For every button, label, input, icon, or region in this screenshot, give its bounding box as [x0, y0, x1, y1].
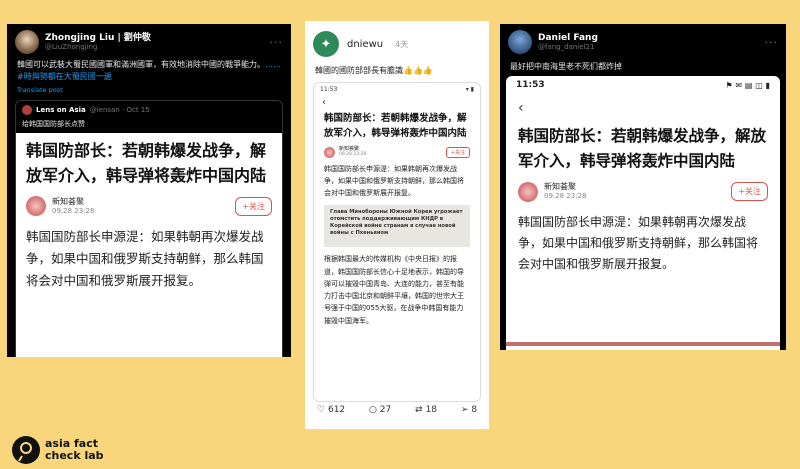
author-avatar [518, 181, 538, 202]
article-screenshot: 韩国防部长：若朝韩爆发战争，解放军介入，韩导弹将轰炸中国内陆 新知荟聚 09.2… [16, 132, 282, 357]
follow-button[interactable]: +关注 [235, 196, 272, 216]
quote-user-name: Lens on Asia [36, 105, 86, 114]
author-date: 09.28 23:28 [339, 152, 367, 158]
quote-header: Lens on Asia @lensan · Oct 15 [16, 101, 282, 119]
repost-button[interactable]: ⇄ 18 [415, 405, 437, 415]
article-screenshot[interactable]: 11:53 ⚑ ✉ ▤ ◫ ▮ ‹ 韩国防部长：若朝韩爆发战争，解放军介入，韩导… [506, 76, 780, 350]
embed-title: Глава Минобороны Южной Кореи угрожает от… [330, 209, 463, 237]
more-icon[interactable]: ··· [270, 36, 284, 49]
logo-line-2: check lab [45, 449, 104, 462]
article-body-2: 根据韩国最大的传媒机构《中央日报》的报道，韩国国防部长信心十足地表示，韩国的导弹… [324, 255, 464, 325]
follow-button[interactable]: +关注 [731, 182, 768, 202]
post-text: 韓國的國防部部長有膽識👍👍👍 [315, 66, 433, 75]
author-row: 新知荟聚 09.28 23:28 +关注 [518, 181, 768, 202]
asia-fact-check-lab-logo: asia fact check lab [12, 436, 104, 464]
author-avatar [26, 196, 46, 217]
post-time: 4天 [395, 39, 409, 49]
user-name[interactable]: Daniel Fang [538, 33, 598, 43]
author-date: 09.28 23:28 [52, 207, 95, 216]
quote-text: 给韩国国防部长点赞 [22, 119, 85, 128]
post-panel-left: Zhongjing Liu | 劉仲敬 @LiuZhongjing ··· 韓國… [7, 24, 291, 357]
heart-icon: ♡ [316, 405, 325, 415]
article-title: 韩国防部长：若朝韩爆发战争，解放军介入，韩导弹将轰炸中国内陆 [518, 127, 767, 170]
share-button[interactable]: ➢ 8 [461, 405, 477, 415]
user-name[interactable]: Zhongjing Liu | 劉仲敬 [45, 33, 151, 43]
article-screenshot[interactable]: 11:53 ▾ ▮ ‹ 韩国防部长：若朝韩爆发战争，解放军介入，韩导弹将轰炸中国… [313, 82, 481, 402]
post-panel-right: Daniel Fang @fang_daniel21 ··· 最好把中南海里老不… [500, 24, 786, 350]
action-bar: ♡ 612 ○ 27 ⇄ 18 ➢ 8 [305, 405, 489, 415]
share-count: 8 [471, 405, 478, 415]
post-text: 最好把中南海里老不死们都炸掉 [510, 62, 622, 71]
like-count: 612 [327, 405, 346, 415]
quote-handle: @lensan · Oct 15 [89, 105, 150, 114]
embedded-article-card[interactable]: Глава Минобороны Южной Кореи угрожает от… [324, 205, 470, 248]
back-icon[interactable]: ‹ [314, 96, 480, 109]
comment-count: 27 [379, 405, 392, 415]
avatar[interactable] [15, 30, 39, 54]
repost-count: 18 [425, 405, 438, 415]
translate-link[interactable]: Translate post [7, 84, 291, 96]
author-row: 新知荟聚 09.28 23:28 +关注 [324, 146, 470, 158]
more-icon[interactable]: ··· [765, 36, 779, 49]
post-header: Zhongjing Liu | 劉仲敬 @LiuZhongjing ··· [7, 24, 291, 56]
post-text: 韓國可以武裝大蜀民國國軍和滿洲國軍，有效地消除中國的戰爭能力。……#時與勢都在大… [7, 56, 291, 84]
post-panel-middle: ✦ dniewu 4天 韓國的國防部部長有膽識👍👍👍 11:53 ▾ ▮ ‹ 韩… [305, 21, 489, 429]
status-bar: 11:53 ▾ ▮ [314, 83, 480, 96]
like-button[interactable]: ♡ 612 [317, 405, 345, 415]
author-name: 新知荟聚 [544, 181, 576, 191]
user-name[interactable]: dniewu [347, 39, 383, 50]
post-header: Daniel Fang @fang_daniel21 ··· [500, 24, 786, 56]
article-bottom-bar [506, 342, 780, 346]
comment-button[interactable]: ○ 27 [369, 405, 391, 415]
avatar[interactable]: ✦ [313, 31, 339, 57]
status-time: 11:53 [516, 80, 545, 90]
article-body: 韩国国防部长申源湜：如果韩朝再次爆发战争，如果中国和俄罗斯支持朝鲜，那么韩国将会… [26, 229, 264, 289]
status-time: 11:53 [320, 86, 338, 93]
quoted-post[interactable]: Lens on Asia @lensan · Oct 15 给韩国国防部长点赞 … [15, 99, 283, 357]
post-header: ✦ dniewu 4天 [305, 21, 489, 63]
send-icon: ➢ [460, 405, 469, 415]
back-icon[interactable]: ‹ [506, 94, 780, 122]
status-icons: ⚑ ✉ ▤ ◫ ▮ [725, 80, 770, 90]
user-handle[interactable]: @LiuZhongjing [45, 43, 151, 51]
author-name: 新知荟聚 [52, 196, 84, 206]
status-icons: ▾ ▮ [465, 86, 474, 93]
follow-button[interactable]: +关注 [445, 146, 470, 158]
avatar[interactable] [508, 30, 532, 54]
logo-text: asia fact check lab [45, 438, 104, 461]
article-title: 韩国防部长：若朝韩爆发战争，解放军介入，韩导弹将轰炸中国内陆 [324, 113, 467, 140]
author-date: 09.28 23:28 [544, 192, 587, 201]
logo-mark-icon [12, 436, 40, 464]
article-title: 韩国防部长：若朝韩爆发战争，解放军介入，韩导弹将轰炸中国内陆 [26, 140, 267, 185]
user-handle[interactable]: @fang_daniel21 [538, 43, 598, 51]
author-avatar [324, 146, 335, 158]
post-text-main: 韓國可以武裝大蜀民國國軍和滿洲國軍，有效地消除中國的戰爭能力。 [17, 60, 265, 69]
status-bar: 11:53 ⚑ ✉ ▤ ◫ ▮ [506, 76, 780, 94]
article-body: 韩国国防部长申源湜：如果韩朝再次爆发战争，如果中国和俄罗斯支持朝鲜，那么韩国将会… [518, 214, 759, 271]
author-row: 新知荟聚 09.28 23:28 +关注 [26, 196, 272, 217]
article-body: 韩国国防部长申源湜：如果韩朝再次爆发战争，如果中国和俄罗斯支持朝鲜，那么韩国将会… [324, 164, 464, 197]
comment-icon: ○ [368, 405, 377, 415]
repost-icon: ⇄ [415, 405, 423, 415]
quote-avatar [22, 104, 32, 115]
